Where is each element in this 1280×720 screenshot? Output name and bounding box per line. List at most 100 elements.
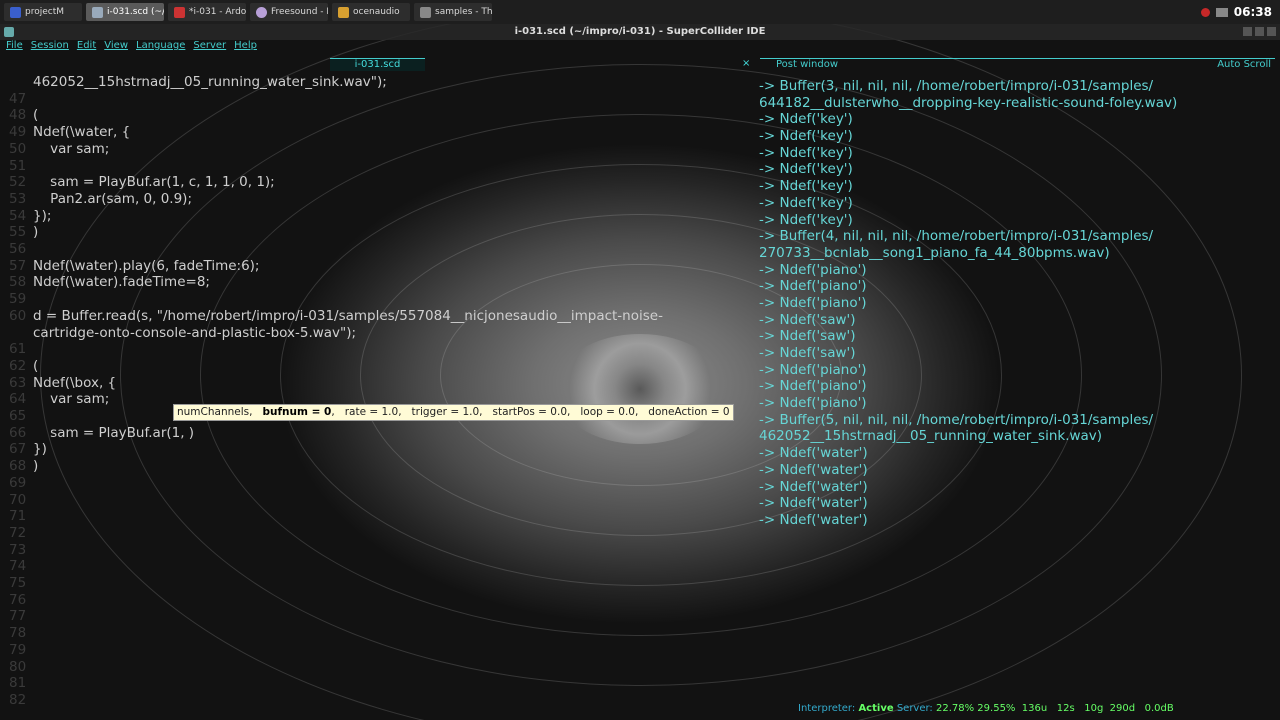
line-code: ) [33, 458, 39, 475]
line-code: d = Buffer.read(s, "/home/robert/impro/i… [33, 307, 663, 324]
code-line[interactable]: 50 var sam; [6, 141, 746, 158]
code-line[interactable]: 73 [6, 542, 746, 559]
code-line[interactable]: 79 [6, 642, 746, 659]
post-line: -> Ndef('key') [759, 128, 853, 145]
code-line[interactable]: 82 [6, 692, 746, 709]
post-line: -> Ndef('key') [759, 111, 853, 128]
task-label: *i-031 - Ardour [189, 7, 246, 17]
code-line[interactable]: 69 [6, 475, 746, 492]
code-line[interactable]: 51 [6, 158, 746, 175]
code-line[interactable]: 61 [6, 341, 746, 358]
app-icon[interactable] [4, 27, 14, 37]
code-line[interactable]: 55) [6, 224, 746, 241]
task-label: samples - Thu... [435, 7, 492, 17]
close-icon[interactable] [1267, 27, 1276, 36]
code-line[interactable]: 72 [6, 525, 746, 542]
code-line[interactable]: 59 [6, 291, 746, 308]
code-line[interactable]: 77 [6, 608, 746, 625]
line-code: ( [33, 357, 39, 374]
maximize-icon[interactable] [1255, 27, 1264, 36]
line-number: 48 [9, 107, 27, 124]
menu-view[interactable]: View [104, 40, 128, 54]
post-line: -> Ndef('key') [759, 161, 853, 178]
line-number: 62 [9, 357, 27, 374]
menu-file[interactable]: File [6, 40, 23, 54]
minimize-icon[interactable] [1243, 27, 1252, 36]
code-line[interactable]: 67}) [6, 441, 746, 458]
code-line[interactable]: cartridge-onto-console-and-plastic-box-5… [6, 325, 746, 342]
task-file-manager[interactable]: samples - Thu... [414, 3, 492, 21]
code-line[interactable]: 47 [6, 91, 746, 108]
server-stats[interactable]: 22.78% 29.55% 136u 12s 10g 290d 0.0dB [936, 703, 1174, 714]
code-line[interactable]: 58 Ndef(\water).fadeTime=8; [6, 274, 746, 291]
code-line[interactable]: 74 [6, 558, 746, 575]
taskbar: projectM i-031.scd (~/i... *i-031 - Ardo… [0, 0, 1280, 24]
window-titlebar[interactable]: i-031.scd (~/impro/i-031) - SuperCollide… [0, 24, 1280, 40]
line-number: 60 [9, 307, 27, 324]
post-line: -> Ndef('key') [759, 211, 853, 228]
clock[interactable]: 06:38 [1234, 5, 1272, 19]
code-line[interactable]: 57 Ndef(\water).play(6, fadeTime:6); [6, 258, 746, 275]
code-line[interactable]: 49 Ndef(\water, { [6, 124, 746, 141]
line-number: 63 [9, 374, 27, 391]
line-number: 75 [9, 575, 27, 591]
code-line[interactable]: 62 ( [6, 358, 746, 375]
code-line[interactable]: 70 [6, 492, 746, 509]
code-line[interactable]: 53 Pan2.ar(sam, 0, 0.9); [6, 191, 746, 208]
task-ocenaudio[interactable]: ocenaudio [332, 3, 410, 21]
menu-server[interactable]: Server [193, 40, 226, 54]
code-line[interactable]: 78 [6, 625, 746, 642]
method-signature-tooltip: numChannels, bufnum = 0, rate = 1.0, tri… [173, 404, 734, 421]
line-number: 66 [9, 424, 27, 441]
line-code: Ndef(\water).fadeTime=8; [33, 274, 210, 291]
line-number: 52 [9, 174, 27, 191]
line-number: 82 [9, 691, 27, 708]
menu-language[interactable]: Language [136, 40, 185, 54]
line-code: Pan2.ar(sam, 0, 0.9); [33, 190, 192, 207]
line-number: 77 [9, 608, 27, 625]
code-editor[interactable]: 462052__15hstrnadj__05_running_water_sin… [6, 72, 746, 712]
line-number: 58 [9, 274, 27, 291]
line-number: 65 [9, 408, 27, 424]
post-window[interactable]: -> Buffer(3, nil, nil, nil, /home/robert… [759, 78, 1274, 529]
code-line[interactable]: 80 [6, 659, 746, 676]
post-line: -> Ndef('piano') [759, 294, 867, 311]
menu-session[interactable]: Session [31, 40, 69, 54]
menu-edit[interactable]: Edit [77, 40, 96, 54]
menu-help[interactable]: Help [234, 40, 257, 54]
post-line: -> Buffer(4, nil, nil, nil, /home/robert… [759, 228, 1154, 245]
code-line[interactable]: 462052__15hstrnadj__05_running_water_sin… [6, 74, 746, 91]
code-line[interactable]: 81 [6, 675, 746, 692]
editor-tab[interactable]: i-031.scd [330, 58, 425, 71]
line-number: 50 [9, 140, 27, 157]
interpreter-state[interactable]: Active [858, 703, 893, 714]
line-number: 70 [9, 491, 27, 508]
code-line[interactable]: 66 sam = PlayBuf.ar(1, ) [6, 425, 746, 442]
task-supercollider[interactable]: i-031.scd (~/i... [86, 3, 164, 21]
post-line: -> Ndef('piano') [759, 361, 867, 378]
window-controls [1243, 27, 1276, 36]
task-projectm[interactable]: projectM [4, 3, 82, 21]
code-line[interactable]: 48 ( [6, 107, 746, 124]
code-line[interactable]: 56 [6, 241, 746, 258]
code-line[interactable]: 76 [6, 592, 746, 609]
code-line[interactable]: 71 [6, 508, 746, 525]
task-label: projectM [25, 7, 65, 17]
task-browser[interactable]: Freesound - I... [250, 3, 328, 21]
code-line[interactable]: 75 [6, 575, 746, 592]
post-line: -> Ndef('key') [759, 178, 853, 195]
line-number: 49 [9, 124, 27, 141]
record-indicator-icon[interactable] [1200, 7, 1210, 17]
code-line[interactable]: 52 sam = PlayBuf.ar(1, c, 1, 1, 0, 1); [6, 174, 746, 191]
editor-close-icon[interactable]: × [742, 58, 750, 69]
code-line[interactable]: 60 d = Buffer.read(s, "/home/robert/impro… [6, 308, 746, 325]
code-line[interactable]: 68) [6, 458, 746, 475]
network-icon[interactable] [1215, 7, 1228, 17]
line-number: 54 [9, 207, 27, 224]
line-number: 78 [9, 625, 27, 642]
code-line[interactable]: 63 Ndef(\box, { [6, 375, 746, 392]
auto-scroll-toggle[interactable]: Auto Scroll [1217, 59, 1271, 70]
task-ardour[interactable]: *i-031 - Ardour [168, 3, 246, 21]
line-number: 74 [9, 558, 27, 575]
code-line[interactable]: 54}); [6, 208, 746, 225]
